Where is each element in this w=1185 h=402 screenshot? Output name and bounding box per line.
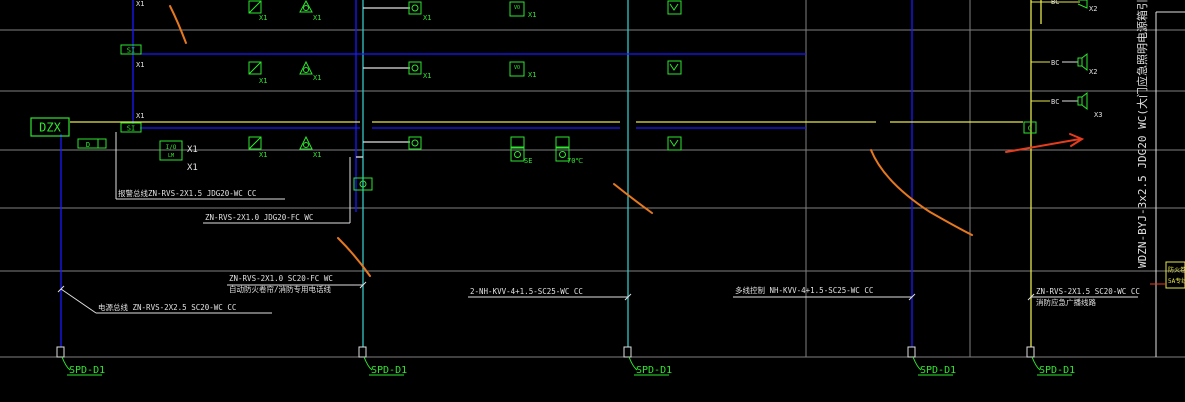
panel-dzx-label: DZX [39,121,61,135]
cable-note-6: 2-NH-KVV-4+1.5-SC25-WC CC [470,287,583,296]
spd-label-4: SPD-D1 [920,365,956,376]
label-x1-mid: X1 [136,61,144,69]
bc-label-mid: BC [1051,59,1059,67]
label-x1-r1d: X1 [528,11,536,19]
label-x1-r1b: X1 [313,14,321,22]
label-x1-r3a: X1 [259,151,267,159]
speaker-horn-icon [1077,0,1088,9]
device-row-2: X1 X1 X1 VO X1 [248,60,682,85]
si-module-main-label: SI [127,125,135,133]
vo-module-icon: VO [509,1,525,17]
svg-text:5A专线: 5A专线 [1168,277,1185,285]
svg-text:G: G [1028,125,1032,133]
speaker-icon [408,1,422,15]
label-x1-bus: X1 [136,112,144,120]
alarm-bell-icon [667,136,682,151]
annotation-marks [169,5,1085,277]
cable-note-vertical: WDZN-BYJ-3x2.5 JDG20 WC(大门应急照明电源箱引来) [1135,0,1149,268]
svg-text:LM: LM [168,153,174,159]
cable-note-8: ZN-RVS-2X1.5 SC20-WC CC [1036,287,1140,296]
spd-row [56,346,1041,371]
spd-label-2: SPD-D1 [371,365,407,376]
g-module-icon: G [1023,121,1037,134]
label-se: SE [524,157,532,165]
red-arrow-icon [1005,133,1085,153]
smoke-detector-icon [248,61,262,75]
svg-text:I/O: I/O [166,144,177,151]
spd-label-5: SPD-D1 [1039,365,1075,376]
label-x2-mid: X2 [1089,68,1097,76]
speaker-icon [408,61,422,75]
label-x1-io-a: X1 [187,145,198,155]
label-x3: X3 [1094,111,1102,119]
si-module-main[interactable]: SI [120,122,142,133]
label-x1-r1a: X1 [259,14,267,22]
label-x1-top: X1 [136,0,144,8]
label-x2-top: X2 [1089,5,1097,13]
module-d: D [77,138,107,149]
cable-note-5: 电源总线 ZN-RVS-2X2.5 SC20-WC CC [98,302,236,312]
device-row-3: I/O LM X1 X1 X1 X1 SE 70℃ [159,135,682,191]
cable-note-9: 消防应急广播线路 [1036,297,1096,307]
label-x1-r2a: X1 [259,77,267,85]
cable-note-3: ZN-RVS-2X1.0 SC20-FC WC [229,274,333,283]
se-device-icon [510,136,525,162]
cable-note-7: 多线控制 NH-KVV-4+1.5-SC25-WC CC [735,285,873,295]
svg-text:VO: VO [514,5,520,11]
label-x1-r3b: X1 [313,151,321,159]
bc-label-top: BC [1051,0,1059,6]
alarm-bell-icon [667,60,682,75]
smoke-detector-icon [248,136,262,150]
label-x1-r2b: X1 [313,74,321,82]
vo-module-icon: VO [509,61,525,77]
label-x1-io-b: X1 [187,163,198,173]
label-x1-r2c: X1 [423,72,431,80]
bc-label-low: BC [1051,98,1059,106]
spd-label-3: SPD-D1 [636,365,672,376]
si-module-top-label: SI [127,47,135,55]
cable-note-1: 报警总线ZN-RVS-2X1.5 JDG20-WC CC [118,188,256,198]
label-70c: 70℃ [567,157,583,165]
label-x1-r1c: X1 [423,14,431,22]
smoke-detector-icon [248,0,262,14]
label-x1-r2d: X1 [528,71,536,79]
broadcast-branch: BC BC BC X2 X2 X3 G [1023,0,1102,134]
speaker-horn-icon [1077,52,1088,72]
speaker-horn-icon [1077,91,1088,111]
spd-labels: SPD-D1 SPD-D1 SPD-D1 SPD-D1 SPD-D1 [67,365,1075,376]
side-tag-box: 防火卷帘 5A专线 [1150,261,1185,289]
svg-text:VO: VO [514,65,520,71]
cable-note-2: ZN-RVS-2X1.0 JDG20-FC WC [205,213,313,222]
module-d-label: D [86,141,90,149]
si-module-top[interactable]: SI [120,44,142,55]
heat-detector-icon [299,0,313,13]
cable-notes: 报警总线ZN-RVS-2X1.5 JDG20-WC CC ZN-RVS-2X1.… [60,132,1140,314]
speaker-icon [408,136,422,150]
svg-text:防火卷帘: 防火卷帘 [1168,266,1185,274]
heat-detector-icon [299,60,313,75]
heat-detector-icon [299,135,313,150]
spd-label-1: SPD-D1 [69,365,105,376]
cad-drawing-canvas[interactable]: DZX D SI SI X1 X1 X1 X1 X1 X1 VO X1 X1 X… [0,0,1185,402]
alarm-bell-icon [667,0,682,15]
device-row-1: X1 X1 X1 VO X1 [248,0,682,22]
panel-dzx[interactable]: DZX [30,117,70,137]
